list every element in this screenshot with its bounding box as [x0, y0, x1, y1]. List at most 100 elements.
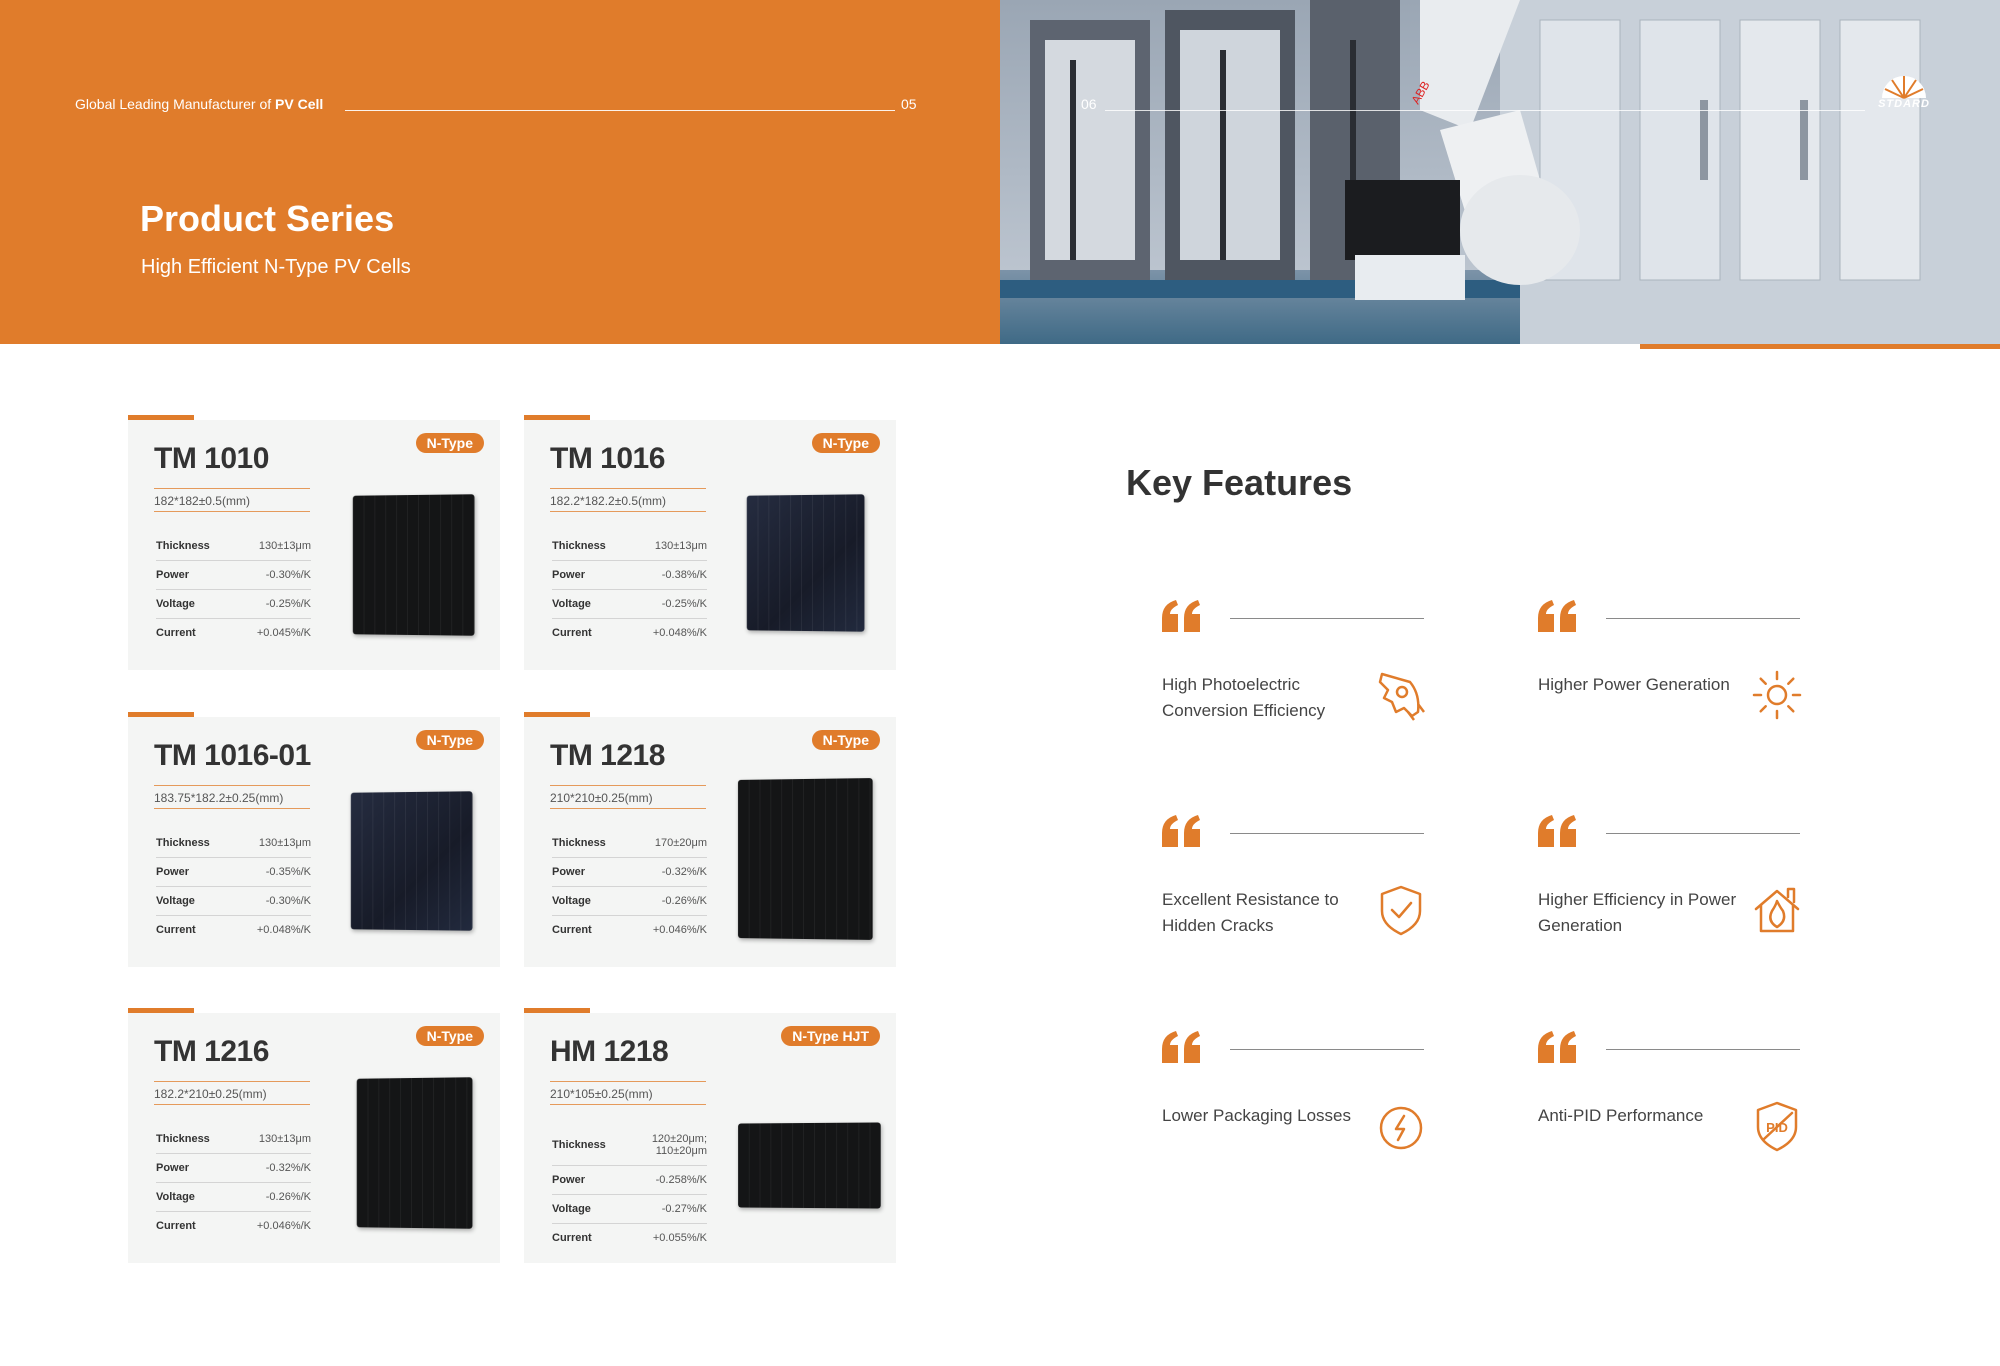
factory-robot-photo: ABB — [1000, 0, 2000, 344]
product-name: TM 1016 — [550, 442, 665, 475]
spec-row: Power -0.38%/K — [552, 561, 707, 590]
spec-row: Current +0.046%/K — [156, 1212, 311, 1240]
feature-rule — [1606, 618, 1800, 619]
spec-label: Thickness — [552, 837, 606, 849]
spec-row: Power -0.32%/K — [156, 1154, 311, 1183]
feature-rule — [1230, 833, 1424, 834]
brand-logo-text: STDARD — [1878, 98, 1930, 110]
spec-value: +0.048%/K — [256, 924, 311, 936]
spec-label: Thickness — [552, 540, 606, 552]
feature-rule — [1606, 833, 1800, 834]
spec-value: 120±20μm; 110±20μm — [651, 1133, 707, 1157]
spec-value: -0.26%/K — [661, 895, 707, 907]
feature-item: Excellent Resistance to Hidden Cracks — [1162, 815, 1432, 985]
solar-cell-image — [356, 1077, 473, 1229]
photo-accent-bar — [1640, 344, 2000, 349]
card-accent-bar — [128, 415, 194, 420]
spec-value: +0.046%/K — [256, 1220, 311, 1232]
spec-label: Thickness — [552, 1139, 606, 1151]
feature-item: Anti-PID Performance PID — [1538, 1031, 1808, 1201]
feature-text: Higher Power Generation — [1538, 675, 1730, 694]
spec-label: Voltage — [156, 1191, 195, 1203]
spec-row: Voltage -0.27%/K — [552, 1195, 707, 1224]
spec-value: -0.30%/K — [265, 569, 311, 581]
spec-row: Thickness 170±20μm — [552, 829, 707, 858]
card-accent-bar — [524, 1008, 590, 1013]
spec-row: Thickness 130±13μm — [156, 829, 311, 858]
card-accent-bar — [524, 415, 590, 420]
product-name: TM 1010 — [154, 442, 269, 475]
product-card: N-Type TM 1218 210*210±0.25(mm) Thicknes… — [524, 712, 896, 967]
key-features-title: Key Features — [1126, 462, 1353, 503]
spec-label: Current — [552, 627, 592, 639]
svg-text:PID: PID — [1766, 1120, 1788, 1135]
spec-row: Power -0.30%/K — [156, 561, 311, 590]
spec-value: 130±13μm — [258, 1133, 311, 1145]
photo-rule — [1105, 110, 1865, 111]
spec-value: +0.055%/K — [652, 1232, 707, 1244]
feature-rule — [1230, 618, 1424, 619]
spec-label: Thickness — [156, 1133, 210, 1145]
solar-cell-image — [350, 791, 473, 931]
spec-value: -0.25%/K — [265, 598, 311, 610]
spec-row: Thickness 130±13μm — [156, 1125, 311, 1154]
card-accent-bar — [128, 1008, 194, 1013]
spec-label: Thickness — [156, 540, 210, 552]
spec-value: +0.046%/K — [652, 924, 707, 936]
spec-row: Voltage -0.30%/K — [156, 887, 311, 916]
spec-label: Power — [552, 1174, 586, 1186]
lightning-icon — [1374, 1099, 1428, 1153]
spec-row: Current +0.045%/K — [156, 619, 311, 647]
feature-item: Higher Power Generation — [1538, 600, 1808, 770]
spec-label: Power — [156, 866, 190, 878]
type-badge: N-Type — [415, 730, 484, 750]
shield-check-icon — [1374, 883, 1428, 937]
solar-cell-image — [746, 494, 865, 632]
product-dimensions: 210*210±0.25(mm) — [550, 785, 706, 809]
spec-table: Thickness 120±20μm; 110±20μm Power -0.25… — [552, 1125, 707, 1252]
quote-mark-icon — [1162, 1031, 1202, 1063]
quote-mark-icon — [1538, 815, 1578, 847]
quote-mark-icon — [1538, 600, 1578, 632]
product-name: HM 1218 — [550, 1035, 669, 1068]
spec-value: 130±13μm — [258, 540, 311, 552]
quote-mark-icon — [1162, 815, 1202, 847]
spec-row: Current +0.046%/K — [552, 916, 707, 944]
solar-cell-image — [352, 494, 475, 636]
card-accent-bar — [128, 712, 194, 717]
spec-table: Thickness 130±13μm Power -0.38%/K Voltag… — [552, 532, 707, 647]
spec-table: Thickness 170±20μm Power -0.32%/K Voltag… — [552, 829, 707, 944]
spec-label: Power — [156, 569, 190, 581]
spec-row: Voltage -0.26%/K — [552, 887, 707, 916]
spec-value: -0.26%/K — [265, 1191, 311, 1203]
feature-rule — [1230, 1049, 1424, 1050]
product-card: N-Type TM 1010 182*182±0.5(mm) Thickness… — [128, 415, 500, 670]
product-card: N-Type TM 1016 182.2*182.2±0.5(mm) Thick… — [524, 415, 896, 670]
spec-label: Power — [552, 866, 586, 878]
spec-label: Voltage — [552, 895, 591, 907]
spec-row: Thickness 130±13μm — [552, 532, 707, 561]
product-dimensions: 182.2*182.2±0.5(mm) — [550, 488, 706, 512]
type-badge: N-Type — [415, 1026, 484, 1046]
spec-row: Current +0.048%/K — [552, 619, 707, 647]
spec-value: -0.32%/K — [265, 1162, 311, 1174]
spec-row: Voltage -0.25%/K — [156, 590, 311, 619]
spec-value: -0.25%/K — [661, 598, 707, 610]
spec-table: Thickness 130±13μm Power -0.30%/K Voltag… — [156, 532, 311, 647]
product-dimensions: 210*105±0.25(mm) — [550, 1081, 706, 1105]
spec-value: -0.32%/K — [661, 866, 707, 878]
spec-value: -0.38%/K — [661, 569, 707, 581]
spec-value: -0.258%/K — [655, 1174, 707, 1186]
spec-value: 130±13μm — [258, 837, 311, 849]
spec-row: Current +0.055%/K — [552, 1224, 707, 1252]
page-subtitle: High Efficient N-Type PV Cells — [141, 256, 411, 278]
product-name: TM 1216 — [154, 1035, 269, 1068]
spec-label: Current — [156, 627, 196, 639]
page-number-left: 05 — [901, 96, 917, 112]
product-card: N-Type TM 1216 182.2*210±0.25(mm) Thickn… — [128, 1008, 500, 1263]
feature-text: Anti-PID Performance — [1538, 1106, 1704, 1125]
feature-text: Higher Efficiency in Power Generation — [1538, 890, 1737, 935]
quote-mark-icon — [1162, 600, 1202, 632]
tagline-rule — [345, 110, 895, 111]
spec-label: Current — [156, 924, 196, 936]
